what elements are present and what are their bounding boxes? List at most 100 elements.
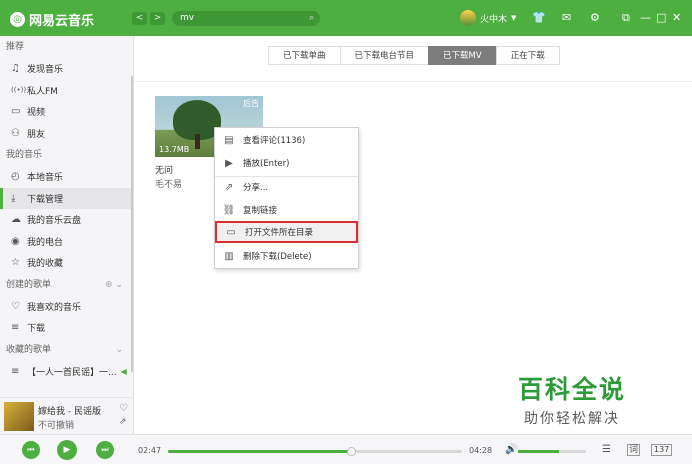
friends-icon: ⚇: [11, 127, 20, 139]
menu-item-share[interactable]: ⇗ 分享...: [215, 176, 358, 198]
sidebar-item-video[interactable]: ▭ 视频: [0, 101, 133, 123]
watermark-title: 百科全说: [518, 375, 627, 404]
sidebar-item-fm[interactable]: ((•)) 私人FM: [0, 80, 133, 102]
tab-downloaded-radio[interactable]: 已下载电台节目: [339, 46, 430, 65]
album-cover[interactable]: [4, 402, 34, 431]
menu-item-label: 查看评论(1136): [243, 136, 306, 146]
sidebar-item-friends[interactable]: ⚇ 朋友: [0, 123, 133, 145]
speaker-icon: ◀: [120, 366, 127, 376]
sidebar-item-folk-playlist[interactable]: ≡ 【一人一首民谣】一... ◀: [0, 361, 133, 383]
watermark-subtitle: 助你轻松解决: [524, 411, 620, 427]
tree-trunk: [195, 134, 200, 149]
menu-item-label: 打开文件所在目录: [245, 228, 314, 238]
context-menu: ▤ 查看评论(1136) ▶ 播放(Enter) ⇗ 分享... ⛓ 复制链接 ▭ 打开文…: [214, 127, 359, 269]
menu-item-play[interactable]: ▶ 播放(Enter): [215, 152, 358, 174]
section-recommend: 推荐: [6, 42, 25, 52]
user-menu[interactable]: 火中木 ▼: [460, 10, 516, 26]
avatar[interactable]: [460, 10, 476, 26]
menu-item-view-comments[interactable]: ▤ 查看评论(1136): [215, 129, 358, 151]
minimode-icon[interactable]: ⧉: [622, 11, 630, 25]
mv-title[interactable]: 无问: [155, 163, 173, 176]
heart-icon[interactable]: ♡: [119, 403, 128, 414]
mv-artist[interactable]: 毛不易: [155, 177, 182, 190]
menu-item-label: 删除下载(Delete): [243, 252, 312, 262]
menu-item-copy-link[interactable]: ⛓ 复制链接: [215, 199, 358, 221]
sidebar-item-label: 我的收藏: [27, 259, 64, 270]
comment-icon: ▤: [224, 134, 234, 146]
chevron-down-icon: ▼: [511, 14, 517, 22]
add-playlist-icon[interactable]: ⊕ ⌄: [105, 274, 123, 296]
mv-file-size: 13.7MB: [159, 145, 190, 154]
section-title: 创建的歌单: [6, 279, 52, 290]
current-time: 02:47: [138, 446, 162, 455]
play-icon[interactable]: ▶: [57, 440, 77, 460]
app-logo[interactable]: ◎ 网易云音乐: [10, 10, 94, 29]
forward-icon[interactable]: >: [150, 12, 165, 25]
section-created-playlists: 创建的歌单 ⊕ ⌄: [0, 274, 133, 296]
progress-fill: [168, 450, 352, 453]
sidebar-item-cloud[interactable]: ☁ 我的音乐云盘: [0, 209, 133, 231]
section-collected-playlists: 收藏的歌单 ⌄: [0, 339, 133, 361]
volume-slider[interactable]: [518, 450, 586, 453]
download-icon: ⤓: [11, 192, 16, 204]
volume-fill: [518, 450, 559, 453]
sidebar-item-discover[interactable]: ♫ 发现音乐: [0, 58, 133, 80]
player-bar: ⏮ ▶ ⏭ 02:47 04:28 🔊 ☰ 词 137: [0, 434, 692, 464]
search-input[interactable]: mv ⌕: [172, 11, 320, 26]
sidebar-item-radio[interactable]: ◉ 我的电台: [0, 231, 133, 253]
volume-icon[interactable]: 🔊: [505, 444, 517, 455]
sidebar-item-collection[interactable]: ☆ 我的收藏: [0, 252, 133, 274]
maximize-icon[interactable]: □: [656, 11, 666, 24]
back-icon[interactable]: <: [132, 12, 147, 25]
next-icon[interactable]: ⏭: [96, 441, 114, 459]
search-icon[interactable]: ⌕: [309, 11, 314, 26]
radio-wave-icon: ((•)): [11, 86, 27, 95]
user-name: 火中木: [480, 14, 508, 25]
playlist-count[interactable]: 137: [651, 444, 673, 456]
sidebar-item-download-playlist[interactable]: ≡ 下载: [0, 317, 133, 339]
menu-item-open-folder[interactable]: ▭ 打开文件所在目录: [215, 221, 358, 243]
section-my-music: 我的音乐: [6, 150, 43, 160]
heart-icon: ♡: [11, 300, 20, 312]
mail-icon[interactable]: ✉: [562, 11, 571, 24]
trash-icon: ▥: [224, 250, 234, 262]
sidebar-item-label: 我的音乐云盘: [27, 216, 82, 227]
progress-handle[interactable]: [347, 447, 357, 456]
music-note-icon: ♫: [11, 63, 20, 75]
thumb-caption: 后告: [243, 99, 259, 108]
previous-icon[interactable]: ⏮: [22, 441, 40, 459]
share-icon[interactable]: ⇗: [119, 417, 127, 427]
watermark: 百科全说 助你轻松解决: [508, 356, 668, 432]
chevron-down-icon[interactable]: ⌄: [115, 339, 123, 361]
close-icon[interactable]: ✕: [672, 11, 681, 24]
tab-downloading[interactable]: 正在下载: [495, 46, 560, 65]
playlist-icon: ≡: [11, 365, 20, 377]
radio-icon: ◉: [11, 235, 20, 247]
progress-bar[interactable]: [168, 447, 462, 456]
settings-icon[interactable]: ⚙: [590, 11, 600, 24]
tab-downloaded-mv[interactable]: 已下载MV: [428, 46, 497, 65]
sidebar-item-downloads[interactable]: ⤓ 下载管理: [0, 187, 133, 209]
lyrics-button[interactable]: 词: [627, 444, 641, 456]
now-playing-title: 嫁给我 - 民谣版: [38, 407, 101, 417]
folder-icon: ▭: [226, 226, 236, 238]
sidebar-item-label: 我喜欢的音乐: [27, 302, 82, 313]
sidebar: 推荐 ♫ 发现音乐 ((•)) 私人FM ▭ 视频 ⚇ 朋友 我的音乐 ◴ 本地音乐 ⤓ 下…: [0, 36, 134, 397]
now-playing-artist: 不可撤销: [38, 421, 75, 431]
sidebar-scrollbar[interactable]: [131, 76, 133, 372]
sidebar-item-local[interactable]: ◴ 本地音乐: [0, 166, 133, 188]
skin-icon[interactable]: 👕: [532, 11, 546, 24]
sidebar-item-label: 下载: [27, 324, 46, 335]
link-icon: ⛓: [222, 204, 236, 216]
section-title: 收藏的歌单: [6, 344, 52, 355]
minimize-icon[interactable]: —: [640, 11, 651, 24]
menu-item-delete-download[interactable]: ▥ 删除下载(Delete): [215, 245, 358, 267]
total-time: 04:28: [469, 446, 493, 455]
divider: [134, 81, 692, 82]
now-playing-panel[interactable]: 嫁给我 - 民谣版 不可撤销 ♡ ⇗: [0, 397, 134, 434]
sidebar-item-label: 视频: [27, 108, 46, 119]
tab-downloaded-songs[interactable]: 已下载单曲: [268, 46, 341, 65]
video-icon: ▭: [11, 106, 21, 118]
sidebar-item-liked[interactable]: ♡ 我喜欢的音乐: [0, 296, 133, 318]
play-mode-icon[interactable]: ☰: [602, 444, 611, 455]
